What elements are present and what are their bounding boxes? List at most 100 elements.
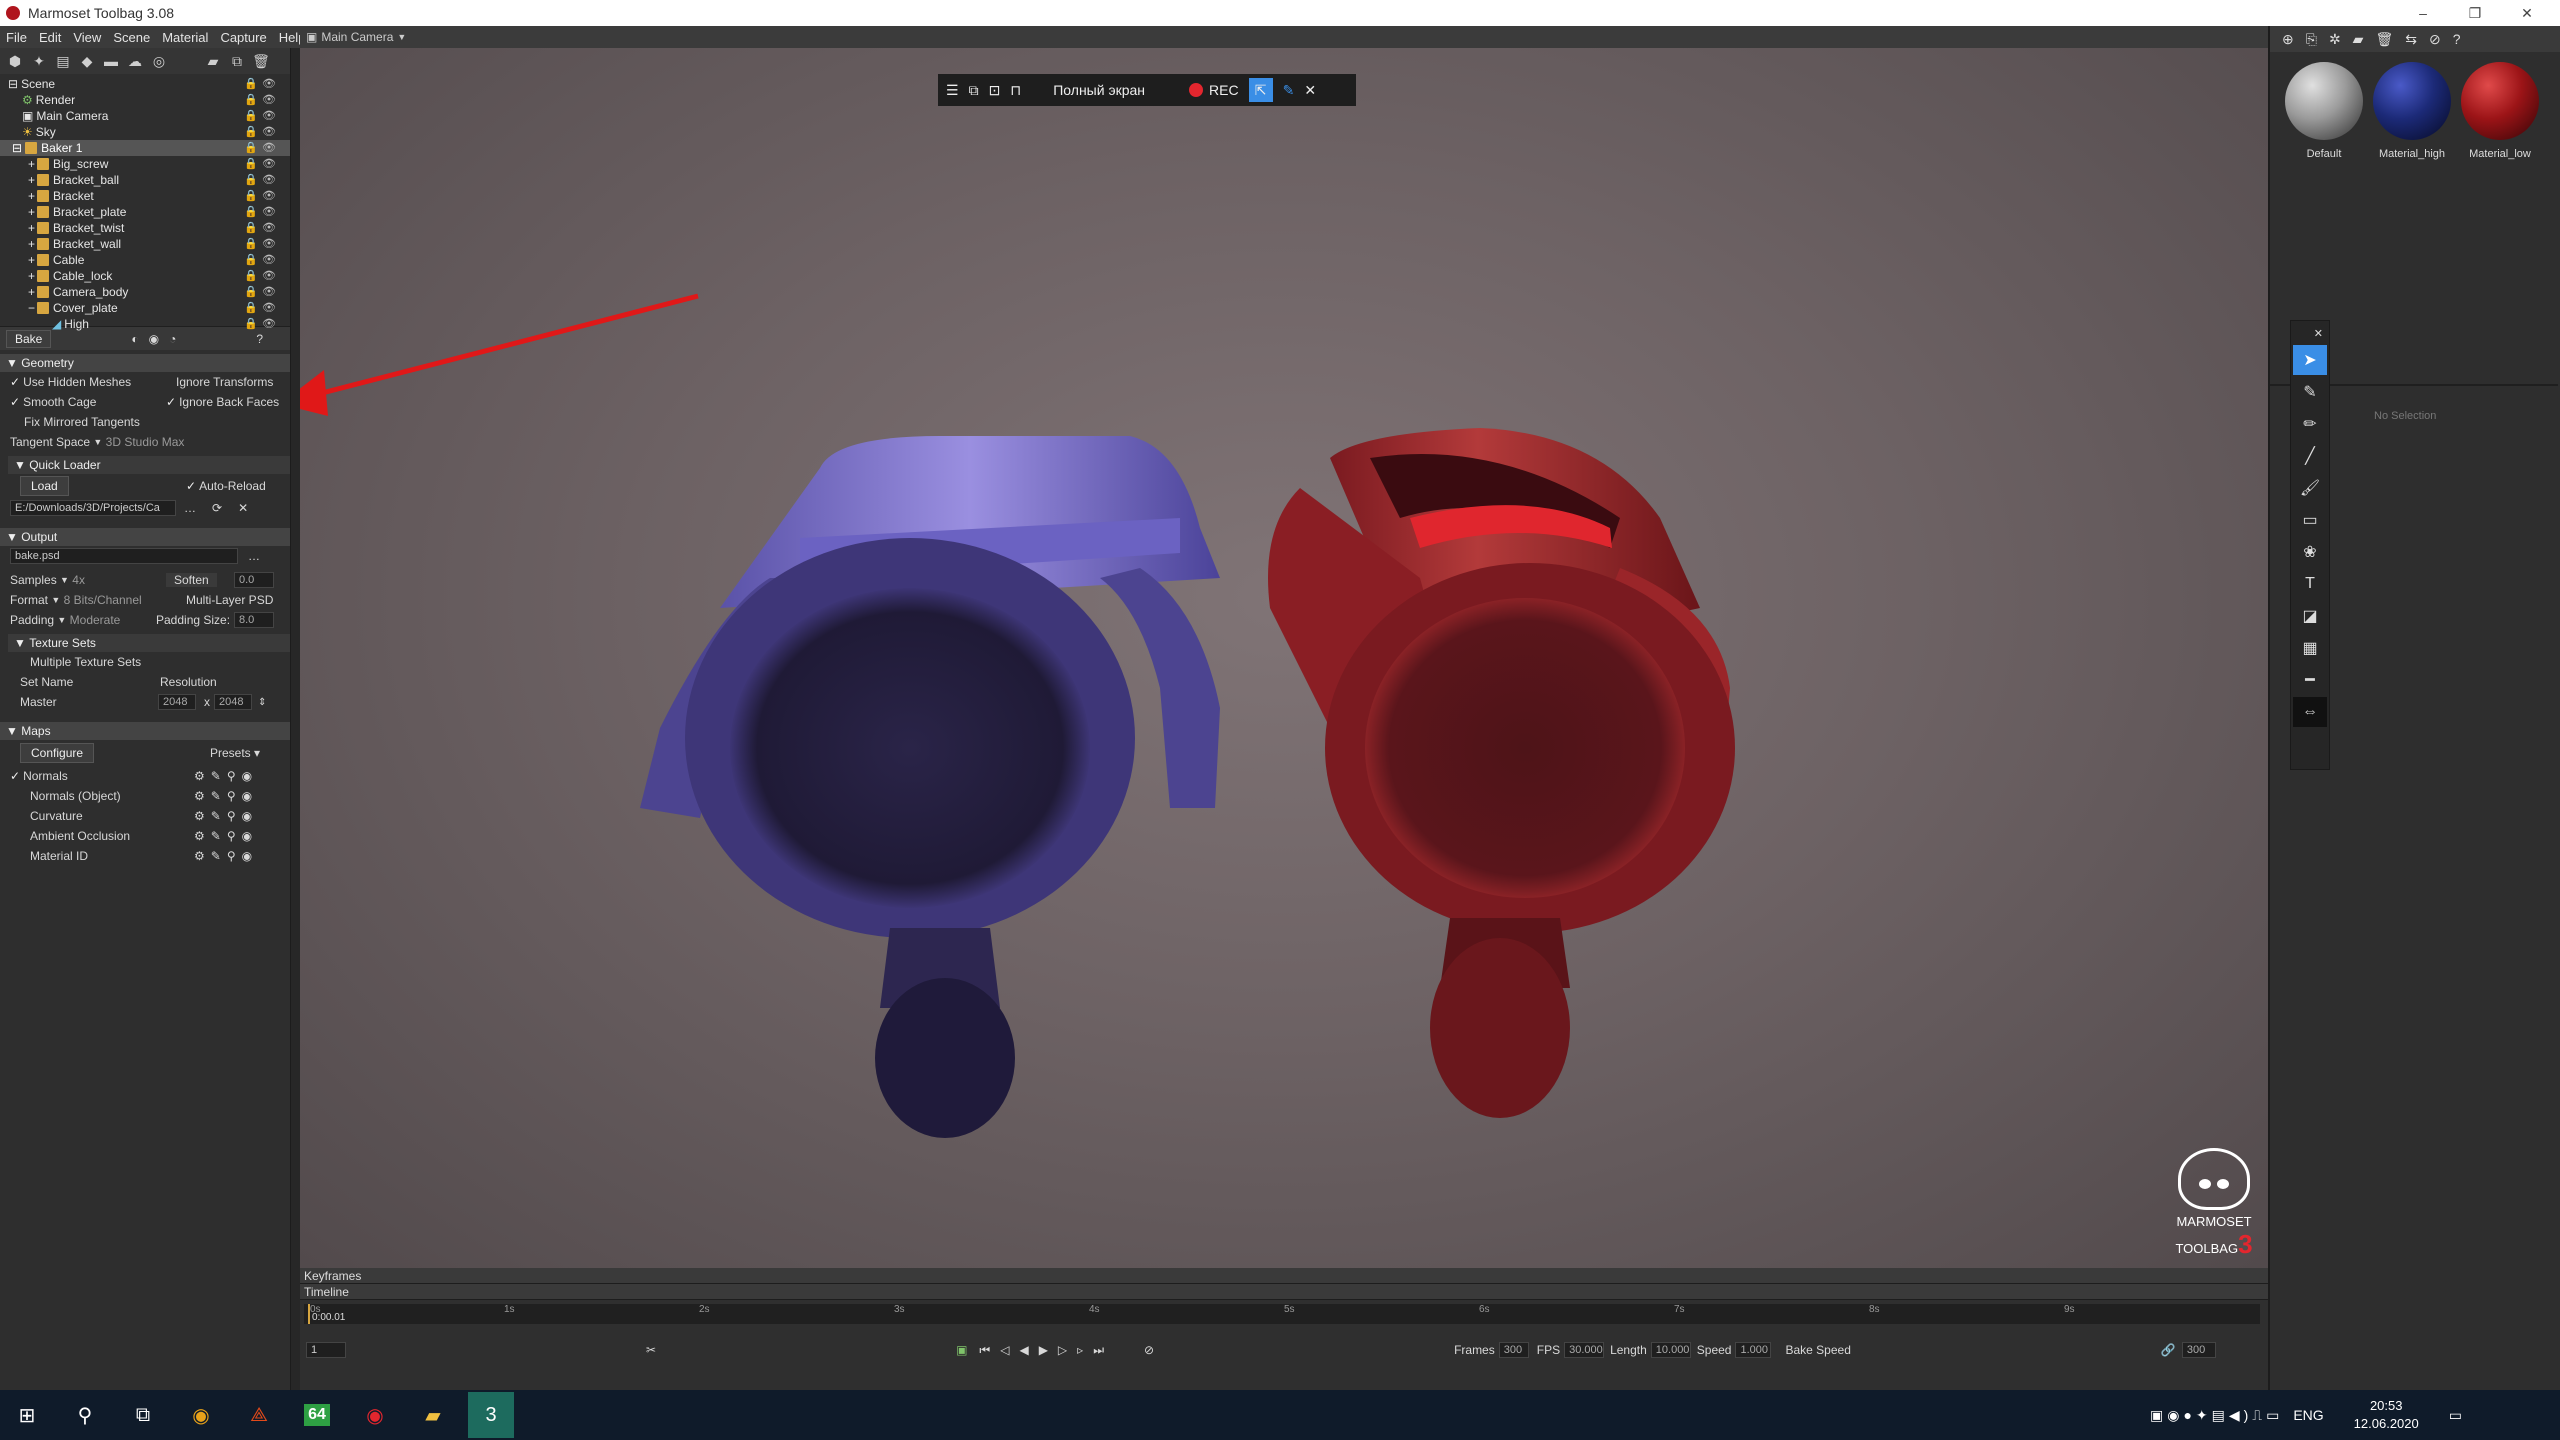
length-field[interactable]: 10.000 — [1650, 1342, 1691, 1358]
tree-item-big-screw[interactable]: + Big_screw 🔒👁 — [0, 156, 290, 172]
baker-icon[interactable]: ◎ — [150, 52, 168, 70]
lock-eye-icon[interactable]: 🔒👁 — [244, 141, 280, 154]
end-frame-field[interactable]: 300 — [2181, 1342, 2216, 1358]
frame-field[interactable]: 1 — [306, 1342, 346, 1358]
tree-item-main-camera[interactable]: ▣ Main Camera 🔒👁 — [0, 108, 290, 124]
material-low[interactable]: Material_low — [2458, 62, 2542, 160]
samples-dropdown[interactable]: 4x — [72, 573, 85, 587]
clear-icon[interactable]: ◉ — [149, 332, 159, 346]
map-settings-icons[interactable]: ⚙✎⚲◉ — [194, 829, 258, 843]
map-settings-icons[interactable]: ⚙✎⚲◉ — [194, 809, 258, 823]
turntable-icon[interactable]: ◆ — [78, 52, 96, 70]
tree-item-high[interactable]: ◢ High 🔒👁 — [0, 316, 290, 332]
camera-selector[interactable]: Main Camera — [321, 30, 393, 44]
timeline-header[interactable]: Timeline — [300, 1284, 2268, 1300]
use-hidden-meshes-checkbox[interactable]: ✓ Use Hidden Meshes Ignore Transforms — [0, 372, 290, 392]
maps-section-header[interactable]: ▼ Maps — [0, 722, 290, 740]
material-high[interactable]: Material_high — [2370, 62, 2454, 160]
lock-eye-icon[interactable]: 🔒👁 — [244, 93, 280, 106]
add-material-icon[interactable]: ⊕ — [2282, 31, 2294, 48]
search-icon[interactable]: ⚲ — [62, 1392, 108, 1438]
fog-icon[interactable]: ☁ — [126, 52, 144, 70]
copy-material-icon[interactable]: ⎘ — [2306, 31, 2317, 48]
format-dropdown[interactable]: 8 Bits/Channel — [64, 593, 142, 607]
restore-button[interactable]: ❐ — [2452, 0, 2498, 26]
pick-icon[interactable]: ⇆ — [2405, 31, 2417, 48]
next-key-icon[interactable]: ▹ — [1077, 1343, 1083, 1357]
tree-item-bracket-twist[interactable]: + Bracket_twist 🔒👁 — [0, 220, 290, 236]
map-settings-icons[interactable]: ⚙✎⚲◉ — [194, 769, 258, 783]
map-settings-icons[interactable]: ⚙✎⚲◉ — [194, 849, 258, 863]
tree-item-bracket-plate[interactable]: + Bracket_plate 🔒👁 — [0, 204, 290, 220]
tree-item-scene[interactable]: ⊟ Scene 🔒👁 — [0, 76, 290, 92]
folder-icon[interactable]: ▰ — [204, 52, 222, 70]
map-row-normals-object[interactable]: Normals (Object) ⚙✎⚲◉ — [0, 786, 290, 806]
tree-item-bracket[interactable]: + Bracket 🔒👁 — [0, 188, 290, 204]
load-button[interactable]: Load — [20, 476, 69, 496]
ignore-transforms-checkbox[interactable]: Ignore Transforms — [176, 375, 273, 389]
smooth-cage-checkbox[interactable]: ✓ Smooth Cage ✓ Ignore Back Faces — [0, 392, 290, 412]
marmoset-icon[interactable]: ◉ — [352, 1392, 398, 1438]
map-row-material-id[interactable]: Material ID ⚙✎⚲◉ — [0, 846, 290, 866]
menu-view[interactable]: View — [67, 30, 107, 45]
record-icon[interactable] — [1189, 83, 1204, 97]
checker-icon[interactable]: ▦ — [2293, 633, 2327, 663]
help-icon[interactable]: ? — [256, 332, 263, 346]
bake-icon[interactable]: ◐ — [131, 332, 138, 346]
region-capture-icon[interactable]: ⊡ — [989, 82, 1001, 99]
reload-icon[interactable]: ⟳ — [212, 501, 222, 515]
map-row-normals[interactable]: ✓ Normals ⚙✎⚲◉ — [0, 766, 290, 786]
timer-icon[interactable]: ◔ — [169, 332, 176, 346]
geometry-section-header[interactable]: ▼ Geometry — [0, 354, 290, 372]
lock-eye-icon[interactable]: 🔒👁 — [244, 269, 280, 282]
tray-icons[interactable]: ▣◉●✦▤◀)⎍▭ — [2150, 1407, 2283, 1424]
light-icon[interactable]: ✦ — [30, 52, 48, 70]
share-icon[interactable]: ✲ — [2329, 31, 2341, 48]
first-frame-icon[interactable]: ⏮ — [979, 1343, 990, 1358]
tab-bake[interactable]: Bake — [6, 329, 52, 348]
text-tool-icon[interactable]: T — [2293, 569, 2327, 599]
settings-icon[interactable]: ⊘ — [1144, 1343, 1154, 1357]
link-icon[interactable]: 🔗 — [2161, 1343, 2176, 1357]
notification-icon[interactable]: ▭ — [2449, 1407, 2462, 1424]
resolution-width-field[interactable]: 2048 — [158, 694, 196, 710]
lock-eye-icon[interactable]: 🔒👁 — [244, 221, 280, 234]
trash-icon[interactable]: 🗑 — [2375, 31, 2393, 48]
play-icon[interactable]: ▶ — [1039, 1343, 1048, 1357]
task-view-icon[interactable]: ⧉ — [120, 1392, 166, 1438]
settings-icon[interactable]: ⊘ — [2429, 31, 2441, 48]
tree-item-render[interactable]: ⚙ Render 🔒👁 — [0, 92, 290, 108]
soften-field[interactable]: 0.0 — [234, 572, 274, 588]
lock-eye-icon[interactable]: 🔒👁 — [244, 157, 280, 170]
prev-key-icon[interactable]: ◁ — [1000, 1343, 1009, 1357]
tree-item-cable[interactable]: + Cable 🔒👁 — [0, 252, 290, 268]
stepper-icon[interactable]: ⇕ — [258, 697, 266, 708]
quick-loader-header[interactable]: ▼ Quick Loader — [8, 456, 290, 474]
menu-edit[interactable]: Edit — [33, 30, 67, 45]
browse-button[interactable]: … — [248, 549, 260, 563]
window-capture-icon[interactable]: ⧉ — [969, 82, 979, 99]
trash-icon[interactable]: 🗑 — [252, 52, 270, 70]
lock-eye-icon[interactable]: 🔒👁 — [244, 205, 280, 218]
frames-field[interactable]: 300 — [1498, 1342, 1529, 1358]
fullscreen-button[interactable]: Полный экран — [1053, 82, 1145, 98]
line-width-icon[interactable]: ━ — [2293, 665, 2327, 695]
tree-item-cable-lock[interactable]: + Cable_lock 🔒👁 — [0, 268, 290, 284]
speed-field[interactable]: 1.000 — [1735, 1342, 1772, 1358]
padding-dropdown[interactable]: Moderate — [70, 613, 121, 627]
fix-mirrored-tangents-checkbox[interactable]: Fix Mirrored Tangents — [0, 412, 290, 432]
auto-reload-checkbox[interactable]: ✓ Auto-Reload — [186, 479, 266, 493]
output-section-header[interactable]: ▼ Output — [0, 528, 290, 546]
clone-tool-icon[interactable]: ❀ — [2293, 537, 2327, 567]
panel-splitter[interactable] — [290, 48, 300, 1390]
tree-item-bracket-ball[interactable]: + Bracket_ball 🔒👁 — [0, 172, 290, 188]
pencil-icon[interactable]: ✏ — [2293, 409, 2327, 439]
padding-size-field[interactable]: 8.0 — [234, 612, 274, 628]
tree-item-camera-body[interactable]: + Camera_body 🔒👁 — [0, 284, 290, 300]
prev-frame-icon[interactable]: ◀ — [1019, 1343, 1028, 1357]
lock-eye-icon[interactable]: 🔒👁 — [244, 301, 280, 314]
configure-button[interactable]: Configure — [20, 743, 95, 763]
tree-item-baker[interactable]: ⊟ Baker 1 🔒👁 — [0, 140, 290, 156]
keyframes-header[interactable]: Keyframes — [300, 1268, 2268, 1284]
close-icon[interactable]: ✕ — [2293, 323, 2327, 343]
